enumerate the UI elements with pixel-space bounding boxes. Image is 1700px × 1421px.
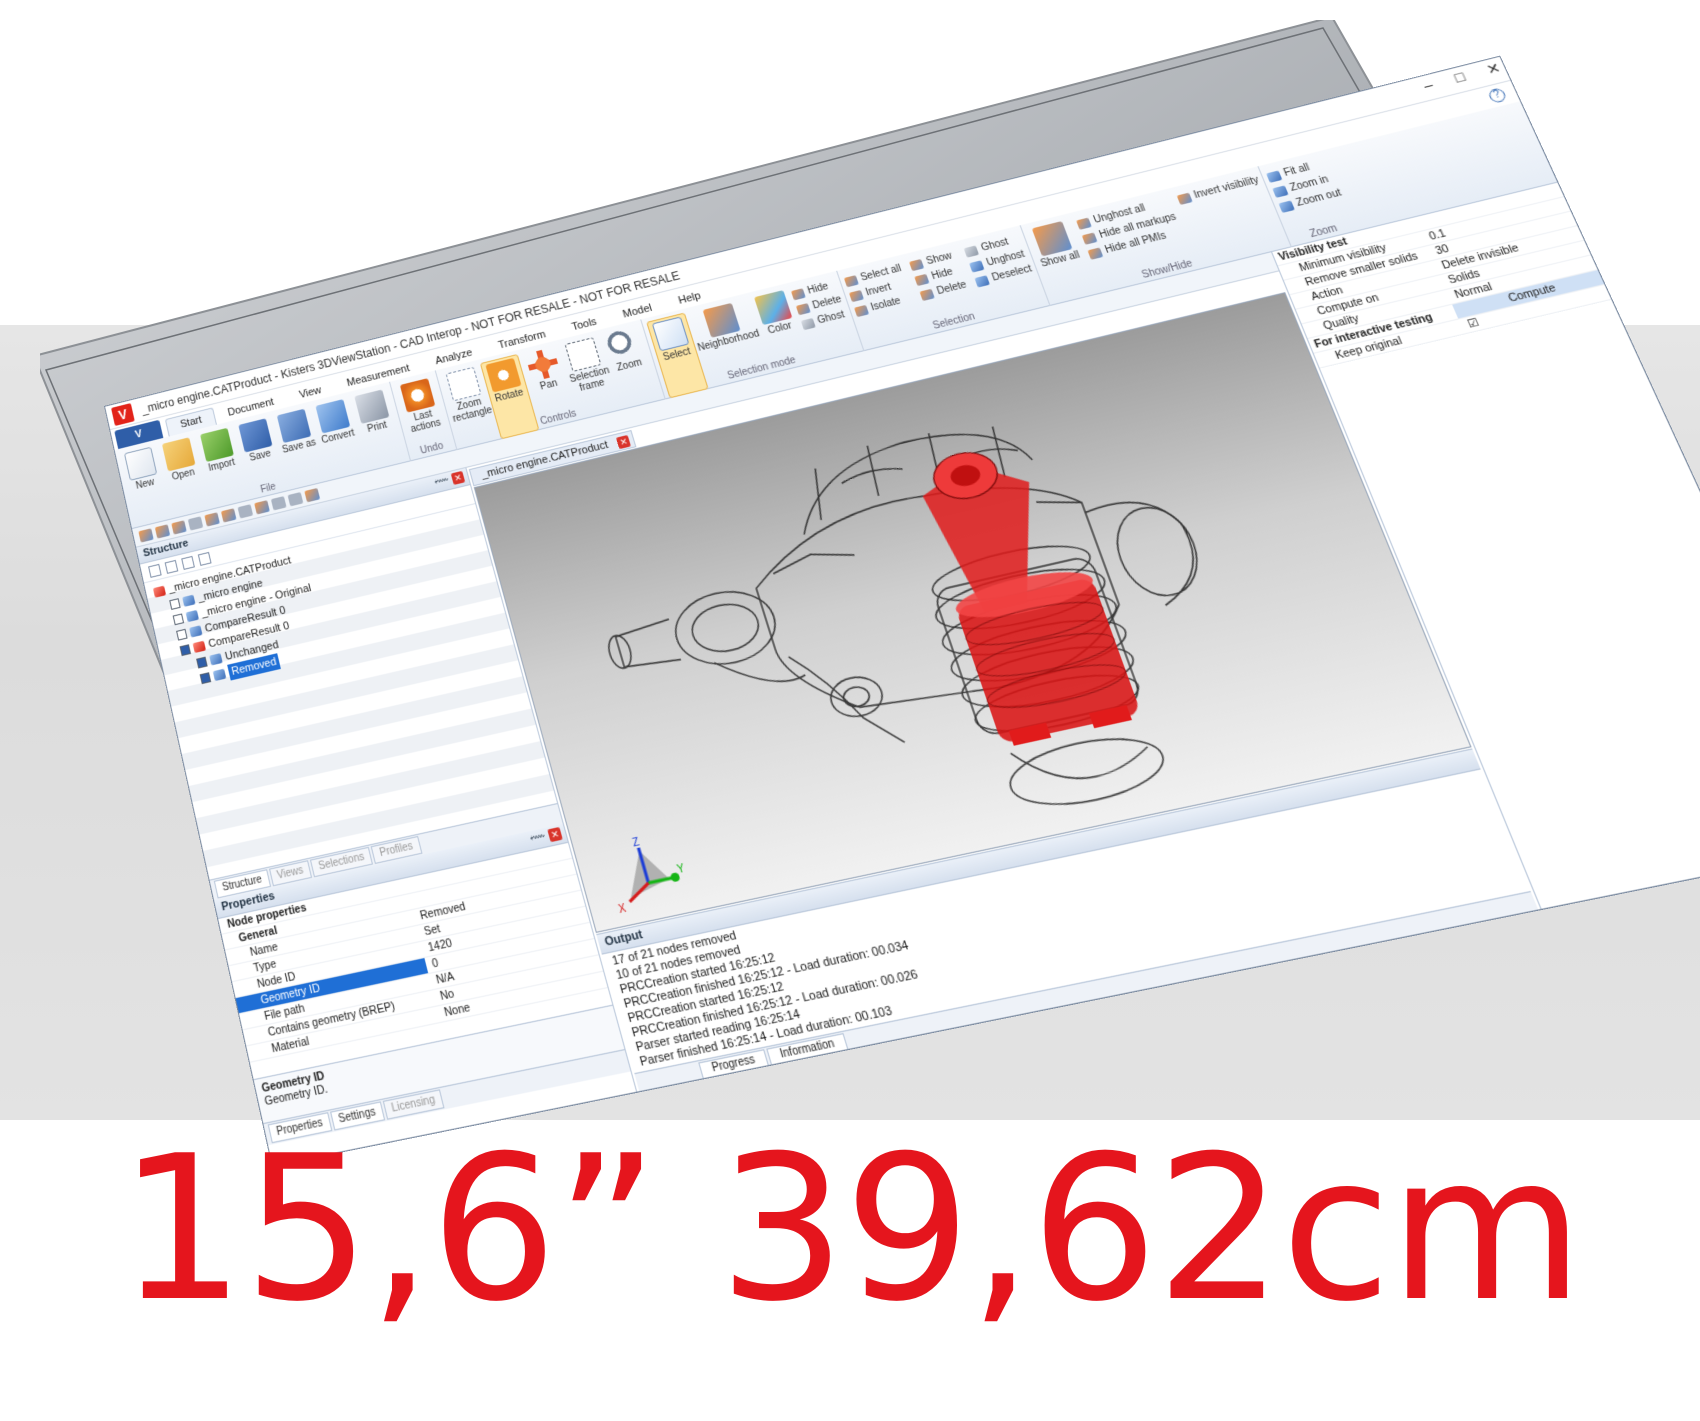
- pan-arrows-icon: [524, 347, 562, 382]
- ghost-icon: [963, 244, 980, 258]
- delete-icon: [919, 288, 936, 301]
- app-logo-icon: V: [110, 402, 135, 426]
- unghost-all-icon: [1076, 217, 1092, 230]
- product-icon: [152, 585, 167, 598]
- axis-y-label: Y: [676, 862, 686, 875]
- show-icon: [909, 258, 925, 271]
- printer-icon: [354, 389, 390, 424]
- zoom-out-icon: [1278, 199, 1295, 213]
- close-panel-icon[interactable]: ✕: [547, 826, 563, 843]
- assembly-icon: [182, 594, 196, 607]
- circle-tool-icon[interactable]: [287, 491, 304, 506]
- visibility-checkbox[interactable]: [199, 672, 212, 685]
- measure-icon[interactable]: [237, 503, 254, 519]
- folder-open-icon: [161, 437, 196, 472]
- neighborhood-icon: [702, 302, 741, 338]
- axis-x-label: X: [617, 902, 627, 916]
- markup-tool-icon[interactable]: [254, 499, 270, 515]
- rotate-icon: [485, 357, 522, 393]
- undo-icon: [399, 378, 436, 413]
- select-cursor-icon: [651, 316, 690, 352]
- close-button[interactable]: ✕: [1484, 60, 1504, 79]
- shading-icon[interactable]: [171, 519, 187, 535]
- collapse-all-icon[interactable]: [164, 559, 179, 574]
- pin-icon[interactable]: ⬳: [529, 830, 546, 845]
- pmi-icon: [1087, 246, 1104, 260]
- import-icon: [200, 427, 234, 463]
- render-mode-icon[interactable]: [154, 523, 171, 539]
- view-mode-icon[interactable]: [138, 527, 154, 543]
- save-icon: [238, 418, 273, 453]
- zoom-in-icon: [1272, 184, 1289, 198]
- dropdown-chevron-icon[interactable]: [304, 487, 321, 502]
- screen-size-caption: 15,6” 39,62cm: [118, 1113, 1584, 1346]
- magnifier-icon: [604, 327, 642, 363]
- maximize-button[interactable]: □: [1452, 69, 1468, 87]
- visibility-checkbox[interactable]: [176, 628, 188, 641]
- visibility-checkbox[interactable]: [172, 613, 185, 626]
- unghost-icon: [969, 259, 985, 273]
- select-all-icon: [843, 274, 859, 287]
- compare-result-icon: [189, 625, 203, 638]
- collapse-level-icon[interactable]: [197, 551, 212, 566]
- visibility-checkbox[interactable]: [196, 656, 208, 669]
- new-file-icon: [123, 446, 158, 481]
- wireframe-icon[interactable]: [187, 515, 204, 531]
- convert-icon: [315, 399, 351, 434]
- close-panel-icon[interactable]: ✕: [450, 470, 466, 485]
- assembly-icon: [185, 609, 199, 623]
- rectangle-tool-icon[interactable]: [270, 495, 287, 511]
- isolate-icon: [853, 304, 869, 317]
- color-palette-icon: [753, 290, 793, 326]
- compare-result-icon: [192, 640, 207, 654]
- laptop-display-panel: V _micro engine.CATProduct - Kisters 3DV…: [40, 20, 1700, 1167]
- set-icon: [212, 668, 227, 682]
- pin-icon[interactable]: ⬳: [433, 475, 449, 489]
- hide-icon: [790, 287, 806, 300]
- close-document-icon[interactable]: ✕: [616, 434, 632, 450]
- deselect-icon: [974, 274, 991, 288]
- selection-frame-icon: [564, 337, 602, 372]
- fit-all-icon: [1265, 169, 1283, 183]
- zoom-rectangle-icon: [445, 366, 482, 402]
- hide-icon: [914, 273, 930, 286]
- invert-visibility-icon: [1176, 192, 1193, 205]
- expand-all-icon[interactable]: [148, 563, 162, 578]
- save-as-icon: [276, 408, 312, 444]
- section-icon[interactable]: [204, 511, 220, 527]
- expand-level-icon[interactable]: [181, 555, 195, 570]
- visibility-checkbox[interactable]: [169, 598, 181, 610]
- output-title: Output: [603, 928, 645, 950]
- invert-icon: [848, 289, 864, 302]
- explode-icon[interactable]: [220, 507, 237, 523]
- markup-icon: [1081, 231, 1098, 245]
- minimize-button[interactable]: –: [1421, 77, 1436, 95]
- visibility-checkbox[interactable]: [179, 644, 192, 657]
- ghost-icon: [800, 317, 816, 330]
- show-all-icon: [1032, 220, 1073, 257]
- set-icon: [209, 653, 223, 666]
- delete-icon: [795, 302, 811, 315]
- axis-z-label: Z: [631, 836, 641, 849]
